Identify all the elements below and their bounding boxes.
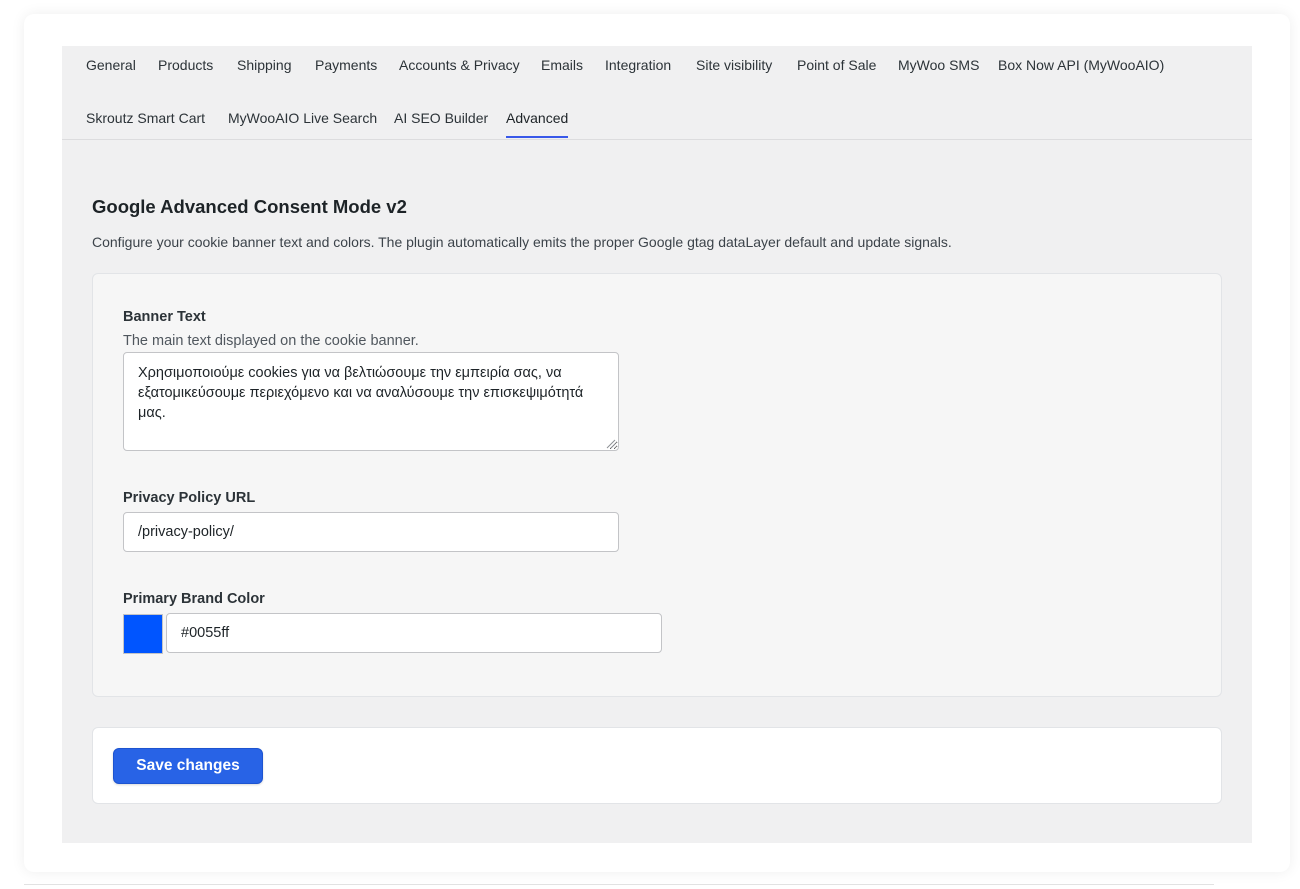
brand-color-input[interactable] <box>166 613 662 653</box>
tab-products[interactable]: Products <box>158 57 213 73</box>
actions-box: Save changes <box>92 727 1222 804</box>
tab-integration[interactable]: Integration <box>605 57 671 73</box>
tab-emails[interactable]: Emails <box>541 57 583 73</box>
brand-color-label: Primary Brand Color <box>123 591 265 607</box>
tab-skroutz-smart-cart[interactable]: Skroutz Smart Cart <box>86 110 205 126</box>
color-swatch[interactable] <box>123 614 163 654</box>
tab-bar: General Products Shipping Payments Accou… <box>62 46 1252 140</box>
tab-general[interactable]: General <box>86 57 136 73</box>
divider <box>24 884 1214 885</box>
banner-text-textarea[interactable]: Χρησιμοποιούμε cookies για να βελτιώσουμ… <box>123 352 619 451</box>
privacy-url-label: Privacy Policy URL <box>123 490 256 506</box>
tab-payments[interactable]: Payments <box>315 57 377 73</box>
resize-grip-icon[interactable] <box>606 439 616 449</box>
tab-site-visibility[interactable]: Site visibility <box>696 57 772 73</box>
tab-shipping[interactable]: Shipping <box>237 57 292 73</box>
tab-box-now-api[interactable]: Box Now API (MyWooAIO) <box>998 57 1164 73</box>
banner-text-label: Banner Text <box>123 309 206 325</box>
settings-panel: General Products Shipping Payments Accou… <box>62 46 1252 843</box>
consent-settings-box: Banner Text The main text displayed on t… <box>92 273 1222 697</box>
privacy-url-input[interactable] <box>123 512 619 552</box>
save-changes-button[interactable]: Save changes <box>113 748 263 784</box>
tab-accounts-privacy[interactable]: Accounts & Privacy <box>399 57 520 73</box>
section-title: Google Advanced Consent Mode v2 <box>92 196 407 217</box>
tab-ai-seo-builder[interactable]: AI SEO Builder <box>394 110 488 126</box>
section-description: Configure your cookie banner text and co… <box>92 234 952 250</box>
tab-advanced[interactable]: Advanced <box>506 110 569 138</box>
tab-mywoo-sms[interactable]: MyWoo SMS <box>898 57 979 73</box>
banner-text-help: The main text displayed on the cookie ba… <box>123 333 419 349</box>
tab-mywooaio-live-search[interactable]: MyWooAIO Live Search <box>228 110 377 126</box>
tab-point-of-sale[interactable]: Point of Sale <box>797 57 876 73</box>
